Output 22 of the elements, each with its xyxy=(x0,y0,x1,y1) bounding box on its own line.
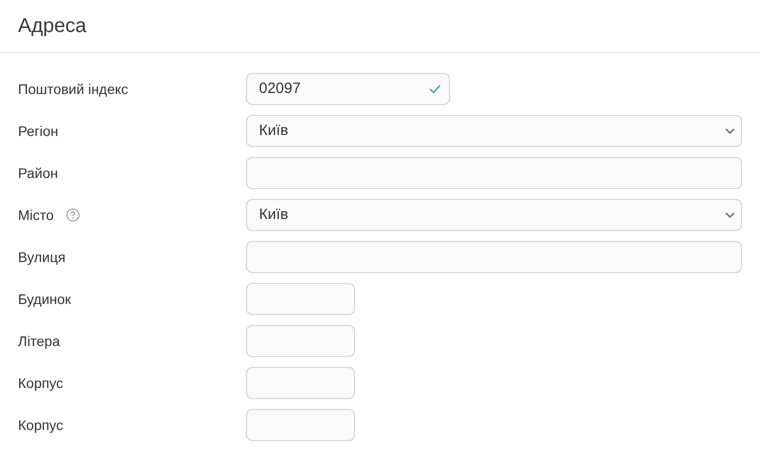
input-field[interactable] xyxy=(246,241,742,273)
dropdown[interactable]: Київ xyxy=(246,115,742,147)
input-field[interactable] xyxy=(246,367,355,399)
field-label: Будинок xyxy=(18,290,72,309)
input-field[interactable]: 02097 xyxy=(246,73,450,105)
field-label: Район xyxy=(18,164,58,182)
field-label: Корпус xyxy=(18,374,64,393)
field-label: Вулиця xyxy=(18,248,66,267)
input-field[interactable] xyxy=(246,325,355,357)
field-label: Регіон xyxy=(18,122,58,140)
chevron-down-icon xyxy=(725,128,735,134)
input-field[interactable] xyxy=(246,409,355,441)
field-label: Корпус xyxy=(18,416,64,435)
help-icon[interactable] xyxy=(66,208,80,222)
field-label: Поштовий індекс xyxy=(18,80,128,99)
dropdown[interactable]: Київ xyxy=(246,199,742,231)
field-label: Літера xyxy=(18,332,60,351)
input-field[interactable] xyxy=(246,283,355,315)
section-title: Адреса xyxy=(18,14,88,39)
chevron-down-icon xyxy=(725,212,735,218)
field-label: Місто xyxy=(18,206,54,224)
input-field[interactable] xyxy=(246,157,742,189)
